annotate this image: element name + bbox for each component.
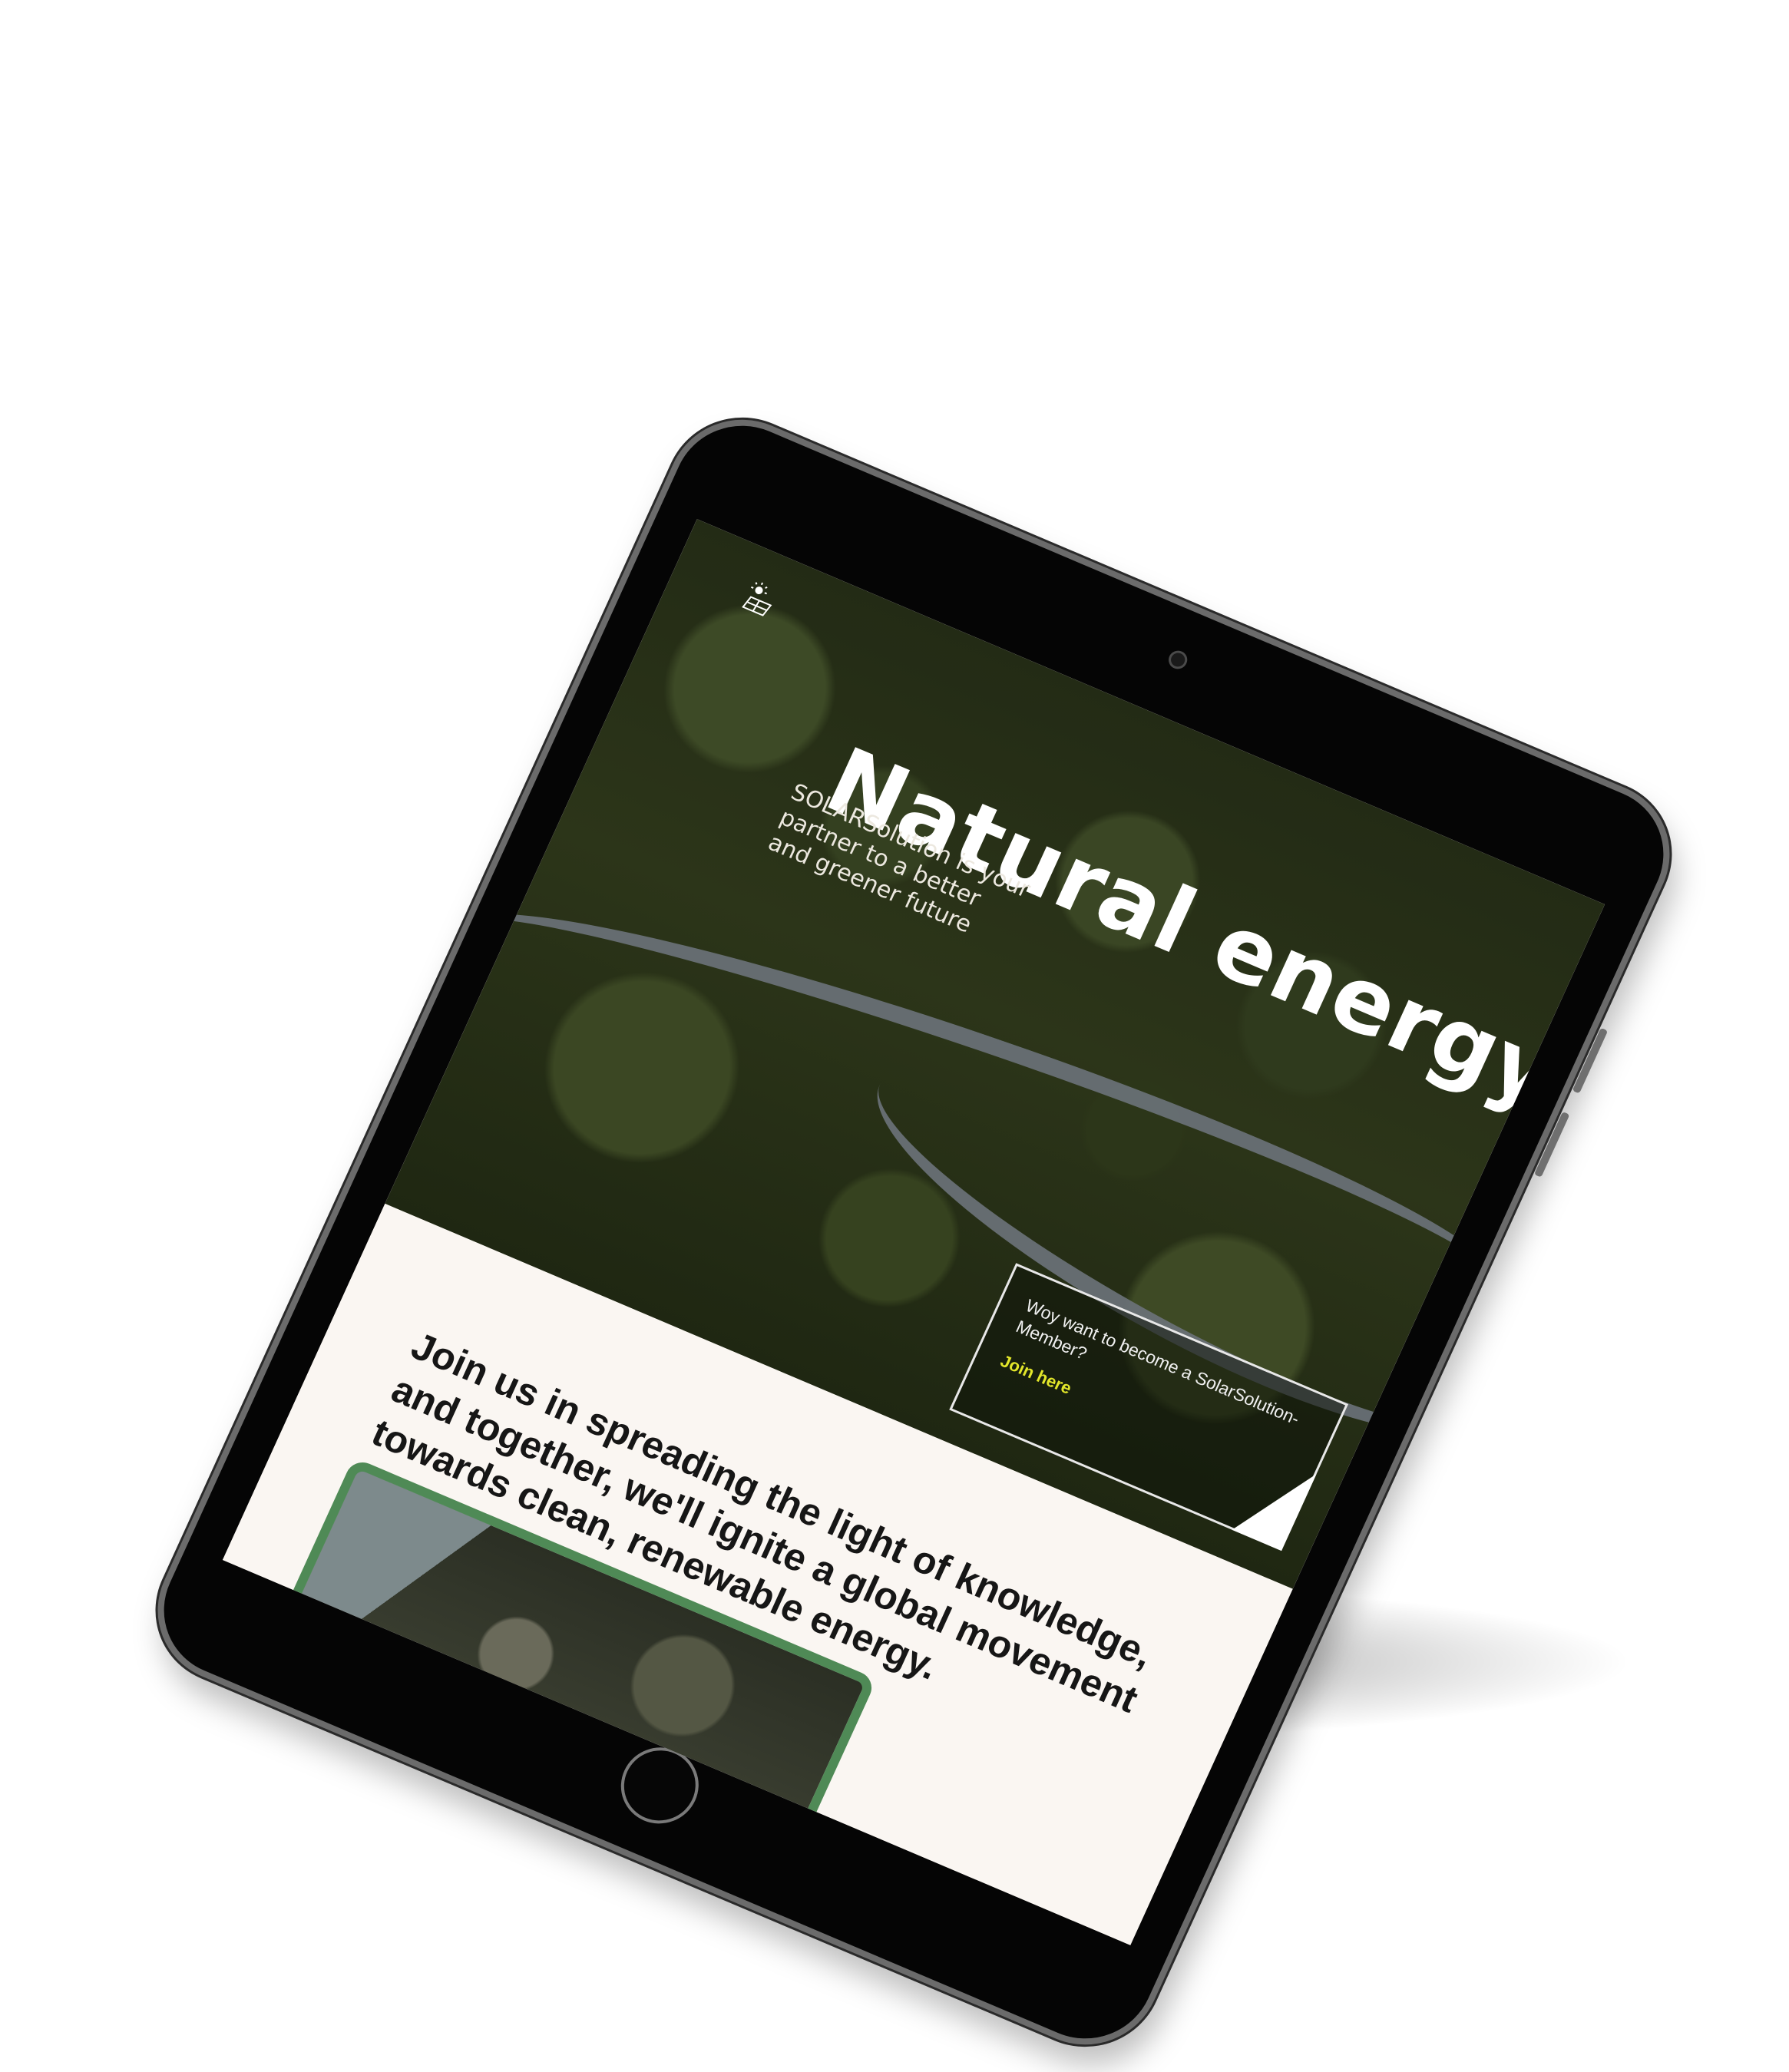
card-corner-accent: [1232, 1452, 1317, 1552]
join-here-link[interactable]: Join here: [997, 1351, 1074, 1399]
sun-solar-panel-icon[interactable]: [738, 577, 783, 621]
tablet-device: Natural energy SOLARSolution is your par…: [134, 396, 1694, 2068]
